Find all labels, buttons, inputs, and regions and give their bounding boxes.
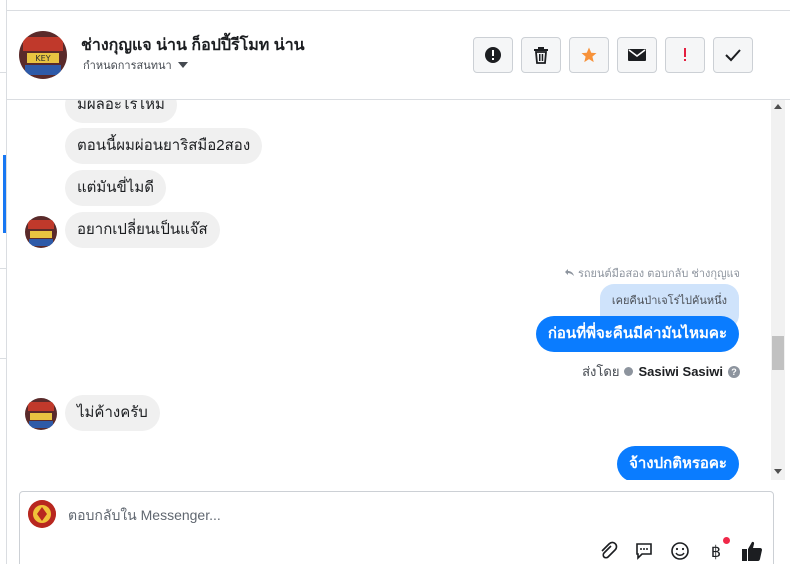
left-sidebar-strip [0, 0, 7, 564]
composer-toolbar: ฿ [596, 537, 764, 562]
reply-context-label: รถยนต์มือสอง ตอบกลับ ช่างกุญแจ [577, 268, 740, 280]
message-bubble-incoming: อยากเปลี่ยนเป็นแจ๊ส [65, 212, 220, 248]
baht-payment-icon[interactable]: ฿ [704, 537, 730, 562]
caret-down-icon [177, 62, 188, 68]
reply-context: รถยนต์มือสอง ตอบกลับ ช่างกุญแจ [564, 264, 740, 282]
check-icon [725, 49, 741, 62]
header-action-toolbar [473, 37, 753, 73]
sent-by-label: ส่งโดย [582, 364, 620, 379]
reply-arrow-icon [564, 269, 574, 276]
divider [0, 358, 7, 359]
mark-unread-button[interactable] [617, 37, 657, 73]
message-bubble-outgoing: จ้างปกติหรอคะ [617, 446, 739, 480]
message-bubble-incoming: ตอนนี้ผมผ่อนยาริสมือ2สอง [65, 128, 263, 164]
svg-text:KEY: KEY [35, 54, 50, 63]
sent-by-info: ส่งโดย Sasiwi Sasiwi ? [582, 361, 740, 382]
emoji-icon[interactable] [668, 540, 692, 562]
conversation-status-label: กำหนดการสนทนา [83, 60, 172, 72]
svg-text:฿: ฿ [711, 542, 721, 561]
sent-by-name: Sasiwi Sasiwi [638, 364, 723, 379]
scrollbar[interactable] [771, 100, 785, 480]
spam-button[interactable] [665, 37, 705, 73]
avatar [28, 500, 56, 528]
avatar[interactable] [25, 216, 57, 248]
avatar[interactable] [25, 398, 57, 430]
conversation-thread: มีผลอะไรไหม ตอนนี้ผมผ่อนยาริสมือ2สอง แต่… [7, 100, 771, 480]
star-icon [581, 47, 597, 63]
scroll-down-arrow-icon[interactable] [774, 469, 782, 474]
message-bubble-incoming: แต่มันขี่ไมดี [65, 170, 166, 206]
envelope-icon [628, 49, 646, 61]
exclamation-icon [684, 48, 686, 61]
message-bubble-incoming: มีผลอะไรไหม [65, 100, 177, 123]
star-button[interactable] [569, 37, 609, 73]
help-icon[interactable]: ? [728, 365, 740, 378]
trash-icon [534, 47, 548, 64]
message-bubble-incoming: ไม่ค้างครับ [65, 395, 160, 431]
verified-icon [624, 367, 634, 376]
report-icon-button[interactable] [473, 37, 513, 73]
exclamation-circle-icon [485, 47, 501, 63]
reply-composer: ฿ [19, 491, 774, 564]
comment-icon[interactable] [632, 540, 656, 562]
attachment-icon[interactable] [596, 540, 620, 562]
conversation-status-dropdown[interactable]: กำหนดการสนทนา [83, 56, 188, 74]
divider [0, 72, 7, 73]
divider [0, 268, 7, 269]
active-conversation-indicator [3, 155, 6, 233]
scroll-up-arrow-icon[interactable] [774, 104, 782, 109]
notification-dot [723, 537, 730, 544]
thumbs-up-icon[interactable] [740, 540, 764, 562]
conversation-header: KEY ช่างกุญแจ น่าน ก็อปปี้รีโมท น่าน กำห… [7, 11, 790, 100]
delete-button[interactable] [521, 37, 561, 73]
done-button[interactable] [713, 37, 753, 73]
scrollbar-thumb[interactable] [772, 336, 784, 370]
message-bubble-outgoing: ก่อนที่พี่จะคืนมีค่ามันไหมคะ [535, 316, 739, 352]
reply-input[interactable] [68, 505, 668, 525]
page-title: ช่างกุญแจ น่าน ก็อปปี้รีโมท น่าน [81, 37, 305, 54]
avatar[interactable]: KEY [19, 31, 67, 79]
